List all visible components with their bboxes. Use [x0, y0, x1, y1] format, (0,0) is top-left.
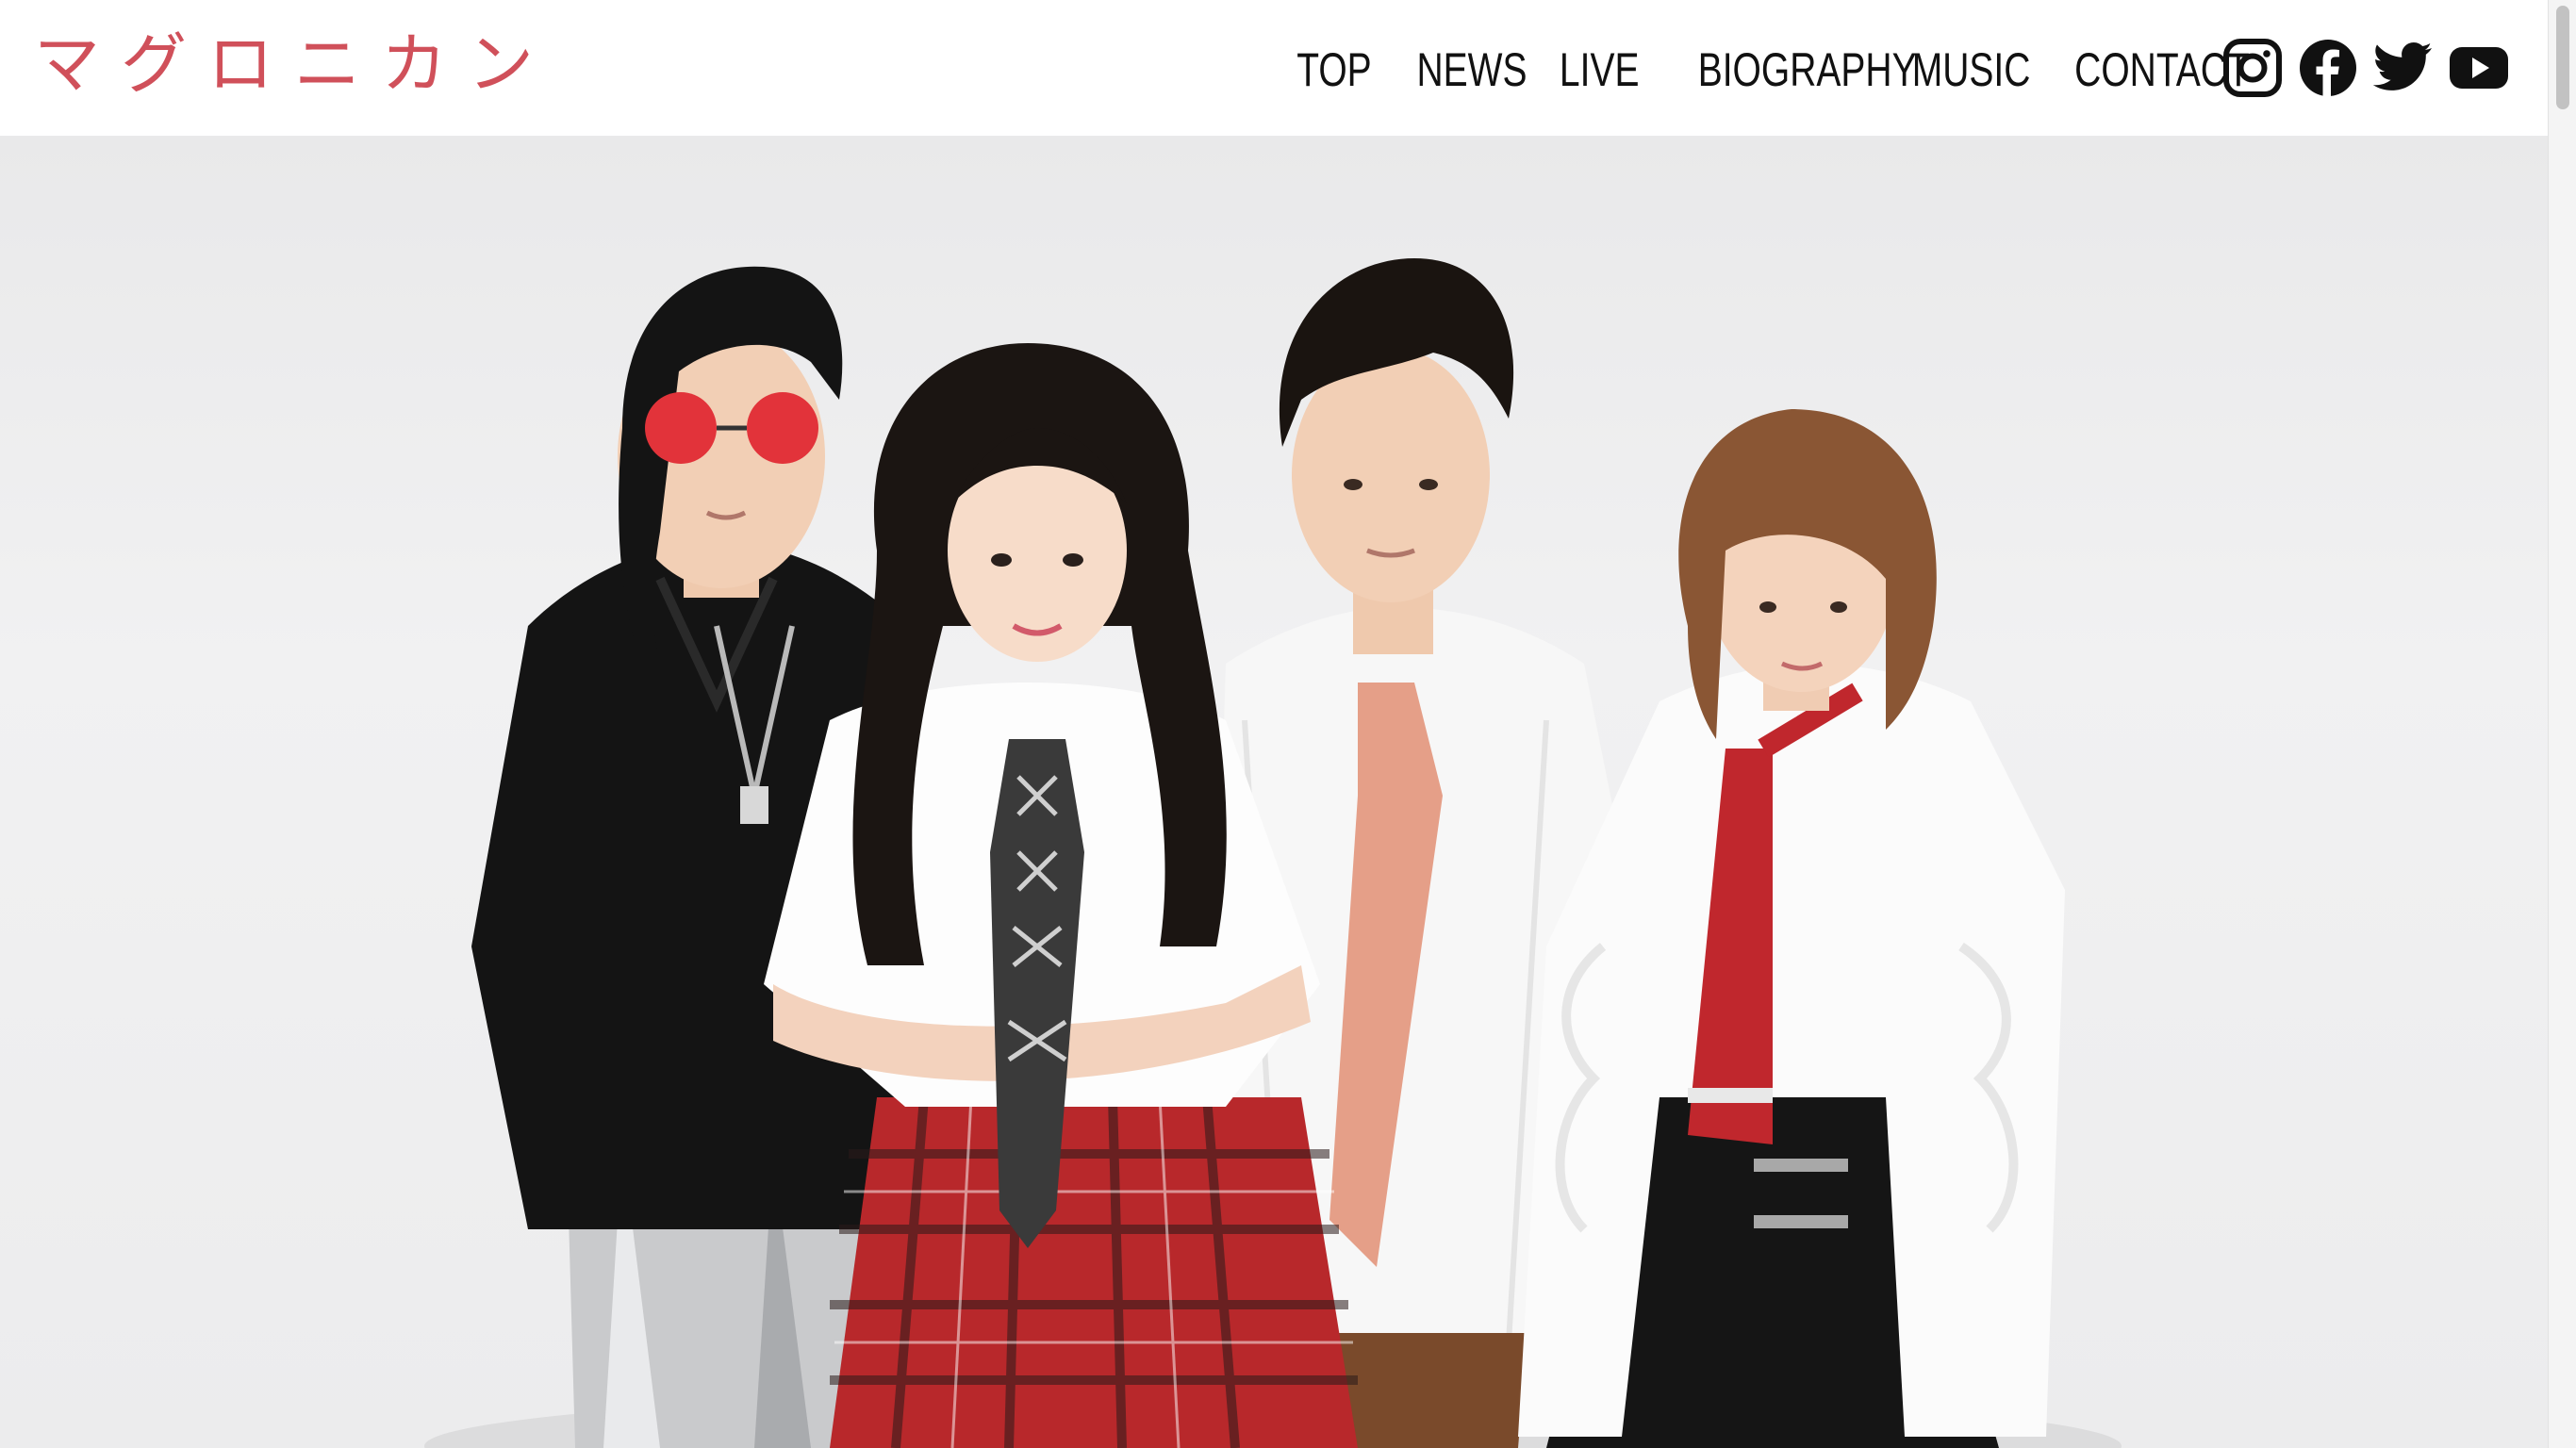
site-header: マグロニカン TOP NEWS LIVE BIOGRAPHY MUSIC CON…	[0, 0, 2548, 136]
main-nav: TOP NEWS LIVE BIOGRAPHY MUSIC CONTACT	[1286, 32, 2250, 107]
band-group-photo	[424, 258, 2122, 1448]
nav-live[interactable]: LIVE	[1560, 42, 1640, 97]
site-logo[interactable]: マグロニカン	[34, 26, 554, 102]
member-4	[1518, 409, 2065, 1448]
twitter-icon[interactable]	[2372, 37, 2435, 99]
scrollbar-thumb[interactable]	[2556, 6, 2569, 109]
youtube-icon[interactable]	[2448, 37, 2510, 99]
nav-top[interactable]: TOP	[1296, 42, 1371, 97]
instagram-icon[interactable]	[2221, 37, 2284, 99]
hero-photo	[0, 136, 2548, 1448]
nav-biography[interactable]: BIOGRAPHY	[1698, 42, 1917, 97]
nav-news[interactable]: NEWS	[1417, 42, 1527, 97]
page-scrollbar[interactable]	[2548, 0, 2576, 1448]
member-2	[764, 343, 1358, 1448]
social-links	[2221, 32, 2523, 104]
facebook-icon[interactable]	[2297, 37, 2359, 99]
nav-music[interactable]: MUSIC	[1912, 42, 2031, 97]
